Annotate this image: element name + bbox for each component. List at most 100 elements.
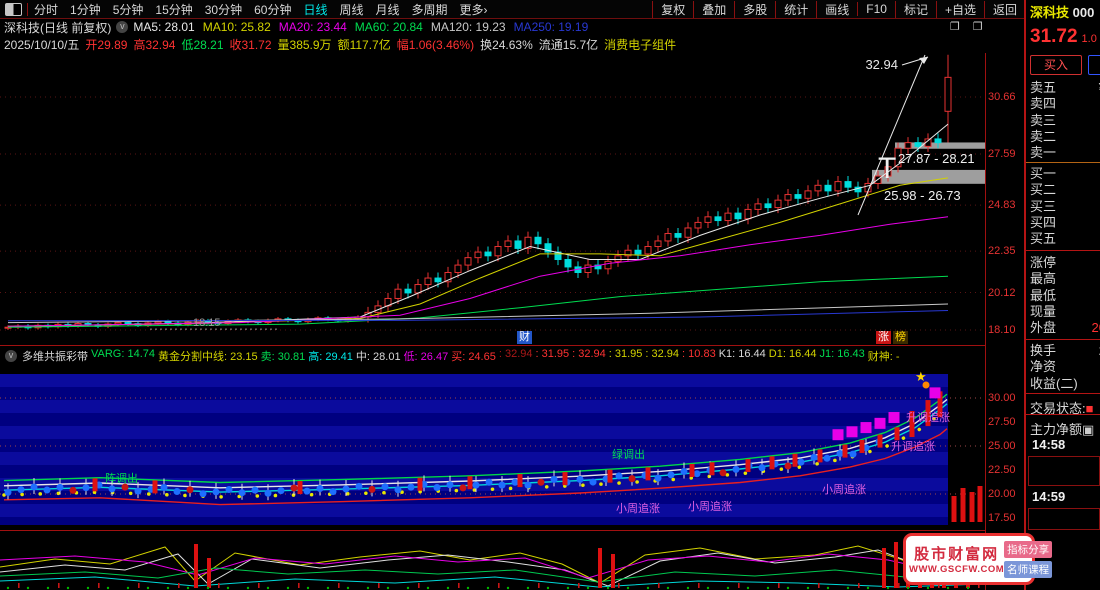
bottom-dot [6,586,10,590]
quote-field: 量385.9万 [277,37,332,52]
main-candlestick-chart[interactable]: 32.94 T 27.87 - 28.21 25.98 - 26.73 18.15 [0,53,985,345]
tab-period-多周期[interactable]: 多周期 [406,1,454,18]
tab-period-更多›[interactable]: 更多› [454,1,494,18]
bottom-dash [778,583,780,588]
signal-bar [417,477,423,491]
tab-period-5分钟[interactable]: 5分钟 [107,1,150,18]
toolbar-button-复权[interactable]: 复权 [652,0,693,18]
indicator-value: 卖: 30.81 [260,351,306,363]
watermark-title: 股市财富网 [914,546,1000,563]
queue-box-2 [1028,508,1100,530]
tab-period-30分钟[interactable]: 30分钟 [199,1,248,18]
indicator-value: 多维共振彩带 [22,351,88,363]
chevron-down-icon[interactable]: v [5,350,17,362]
bottom-dot [406,586,410,590]
candle-body [944,76,952,112]
ask-row-卖一[interactable]: 卖一 [1026,145,1100,161]
ask-row-卖四[interactable]: 卖四 [1026,96,1100,112]
toolbar-button-叠加[interactable]: 叠加 [693,0,734,18]
stat-外盘[interactable]: 外盘 20 [1026,320,1100,336]
toolbar-button-画线[interactable]: 画线 [816,0,857,18]
candle-body [484,251,492,257]
candle-body [604,260,612,270]
tick-time-1: 14:58 [1032,437,1066,452]
quote-sidebar: 深科技 000 31.721.0 买入 卖五¥卖四卖三卖二卖一 买一买二买三买四… [1026,0,1100,590]
stat-收益(二)[interactable]: 收益(二) [1026,376,1100,392]
stat-涨停[interactable]: 涨停 [1026,255,1100,271]
signal-dot [43,486,51,494]
chart-badge-涨[interactable]: 涨 [876,331,891,344]
toolbar-button-标记[interactable]: 标记 [894,0,936,18]
panel-divider [0,345,985,346]
candle-body [404,288,412,294]
indicator-panel-chart[interactable]: ★阵调出绿调出升调追涨升调追涨小周追涨小周追涨 小周追涨 [0,365,985,530]
sidebar-stock-name[interactable]: 深科技 000 [1030,2,1094,21]
oscillator-line-3 [0,567,985,583]
stat-换手[interactable]: 换手2 [1026,343,1100,359]
window-split-icons[interactable]: ❐ ❐ [950,20,988,33]
ask-row-卖三[interactable]: 卖三 [1026,113,1100,129]
buy-button[interactable]: 买入 [1030,55,1082,75]
tab-period-分时[interactable]: 分时 [28,1,64,18]
background-stripe [0,374,948,387]
quote-field: 2025/10/10/五 [4,37,80,52]
signal-dot [264,489,272,497]
stat-现量[interactable]: 现量 [1026,304,1100,320]
candle-body [744,208,752,220]
bid-row-买四[interactable]: 买四 [1026,215,1100,231]
tab-period-15分钟[interactable]: 15分钟 [149,1,198,18]
bottom-dash [618,583,620,588]
signal-label: 阵调出 [105,471,138,485]
main-axis-label: 22.35 [988,245,1016,258]
bid-row-买五[interactable]: 买五 [1026,231,1100,247]
background-stripe [0,452,948,465]
tab-period-1分钟[interactable]: 1分钟 [64,1,107,18]
stat-最低[interactable]: 最低 [1026,288,1100,304]
bottom-dash [858,583,860,588]
tab-period-月线[interactable]: 月线 [370,1,406,18]
sell-button[interactable] [1088,55,1100,75]
toolbar-button-+自选[interactable]: +自选 [935,0,984,18]
background-stripe [0,400,948,413]
toolbar-button-多股[interactable]: 多股 [734,0,775,18]
indicator-axis-label: 22.50 [988,464,1016,476]
bid-row-买三[interactable]: 买三 [1026,199,1100,215]
ask-row-卖二[interactable]: 卖二 [1026,129,1100,145]
quote-field: 低28.21 [181,37,224,52]
bid-row-买一[interactable]: 买一 [1026,166,1100,182]
bottom-dot [606,586,610,590]
signal-dot [472,481,480,489]
window-icon[interactable] [5,2,22,16]
tab-period-日线[interactable]: 日线 [297,1,333,18]
bid-row-买二[interactable]: 买二 [1026,182,1100,198]
stat-rows: 涨停最高最低现量外盘 20 [1026,255,1100,336]
indicator-value: 低: 26.47 [403,351,449,363]
tab-period-60分钟[interactable]: 60分钟 [248,1,297,18]
tab-period-周线[interactable]: 周线 [333,1,369,18]
signal-bar [877,434,883,448]
indicator-value: : 31.95 [535,348,570,360]
signal-dot [82,484,90,492]
bottom-dash [698,583,700,588]
oscillator-sub-chart[interactable] [0,531,985,590]
stat-label: 外盘 [1030,320,1057,336]
toolbar-button-F10[interactable]: F10 [857,2,895,16]
chevron-down-icon[interactable]: v [116,21,129,33]
chart-badge-榜[interactable]: 榜 [893,331,908,344]
detail-icon[interactable]: ▣ [1082,422,1094,437]
ask-row-卖五[interactable]: 卖五¥ [1026,80,1100,96]
stat-label: 收益(二) [1030,375,1078,391]
stat-最高[interactable]: 最高 [1026,271,1100,287]
bottom-dot [126,586,130,590]
toolbar-button-返回[interactable]: 返回 [983,0,1025,18]
bid-row-label: 买二 [1030,182,1057,198]
signal-dot [498,481,506,489]
chart-badge-财[interactable]: 财 [517,331,532,344]
quote-field: 换24.63% [480,37,533,52]
toolbar-button-统计[interactable]: 统计 [775,0,816,18]
bottom-dot [426,586,430,590]
candle-body [844,181,852,188]
signal-dot [329,488,337,496]
bottom-dot [286,586,290,590]
stat-净资[interactable]: 净资 [1026,359,1100,375]
